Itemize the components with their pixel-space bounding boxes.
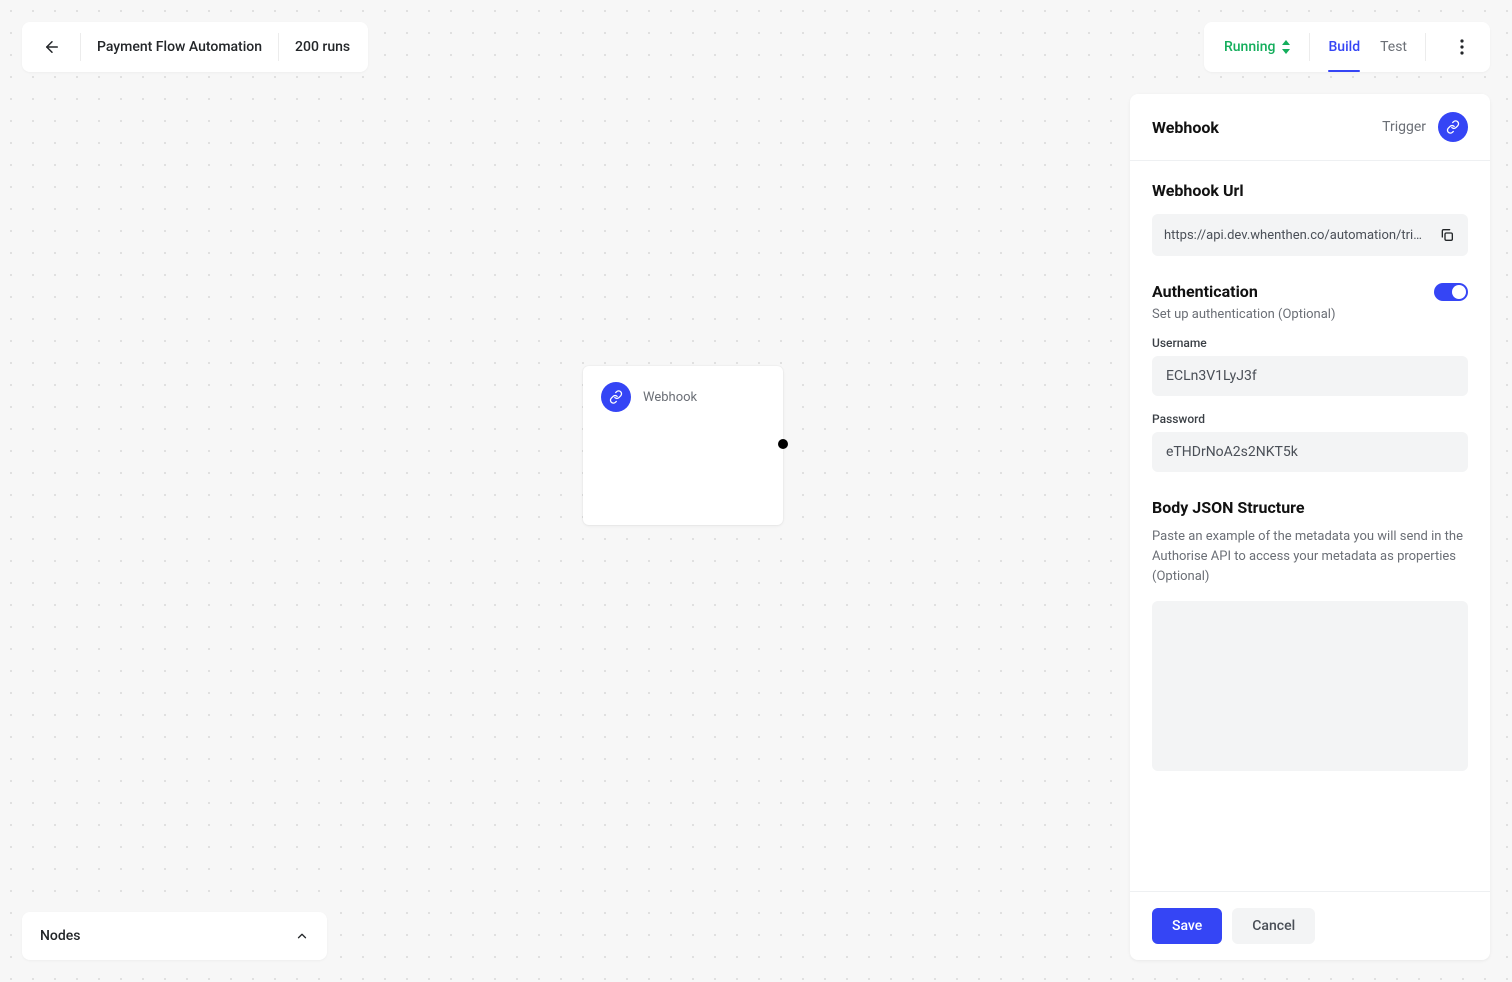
- chevron-up-icon: [295, 929, 309, 943]
- section-webhook-url: Webhook Url https://api.dev.whenthen.co/…: [1152, 181, 1468, 256]
- mode-tabs: Build Test: [1328, 22, 1407, 72]
- divider: [1309, 33, 1310, 61]
- panel-header: Webhook Trigger: [1130, 94, 1490, 161]
- sort-icon: [1281, 40, 1291, 54]
- username-input[interactable]: [1152, 356, 1468, 396]
- webhook-url-row: https://api.dev.whenthen.co/automation/t…: [1152, 214, 1468, 256]
- password-label: Password: [1152, 412, 1468, 426]
- body-json-description: Paste an example of the metadata you wil…: [1152, 527, 1468, 587]
- status-label: Running: [1224, 39, 1275, 55]
- webhook-url-value: https://api.dev.whenthen.co/automation/t…: [1164, 228, 1428, 243]
- nodes-panel-label: Nodes: [40, 928, 80, 944]
- panel-title: Webhook: [1152, 118, 1219, 137]
- node-output-port[interactable]: [778, 439, 788, 449]
- save-button[interactable]: Save: [1152, 908, 1222, 944]
- divider: [80, 33, 81, 61]
- cancel-button[interactable]: Cancel: [1232, 908, 1315, 944]
- password-input[interactable]: [1152, 432, 1468, 472]
- copy-url-button[interactable]: [1436, 224, 1458, 246]
- webhook-url-label: Webhook Url: [1152, 181, 1468, 200]
- tab-build[interactable]: Build: [1328, 22, 1360, 72]
- back-button[interactable]: [40, 35, 64, 59]
- section-authentication: Authentication Set up authentication (Op…: [1152, 282, 1468, 472]
- arrow-left-icon: [43, 38, 61, 56]
- toolbar: Running Build Test: [1204, 22, 1490, 72]
- panel-body: Webhook Url https://api.dev.whenthen.co/…: [1130, 161, 1490, 891]
- flow-title: Payment Flow Automation: [97, 39, 262, 55]
- node-header: Webhook: [601, 382, 765, 412]
- node-label: Webhook: [643, 390, 697, 405]
- more-menu-button[interactable]: [1448, 33, 1476, 61]
- divider: [278, 33, 279, 61]
- divider: [1425, 33, 1426, 61]
- username-label: Username: [1152, 336, 1468, 350]
- link-icon: [601, 382, 631, 412]
- body-json-label: Body JSON Structure: [1152, 498, 1468, 517]
- authentication-label: Authentication: [1152, 282, 1258, 301]
- password-field-group: Password: [1152, 412, 1468, 472]
- panel-footer: Save Cancel: [1130, 891, 1490, 960]
- canvas-node-webhook[interactable]: Webhook: [583, 366, 783, 525]
- header-bar: Payment Flow Automation 200 runs: [22, 22, 368, 72]
- nodes-panel-toggle[interactable]: Nodes: [22, 912, 327, 960]
- status-dropdown[interactable]: Running: [1224, 39, 1291, 55]
- panel-subtype: Trigger: [1382, 119, 1426, 135]
- section-body-json: Body JSON Structure Paste an example of …: [1152, 498, 1468, 775]
- link-icon: [1438, 112, 1468, 142]
- flow-runs-count: 200 runs: [295, 39, 350, 55]
- copy-icon: [1439, 227, 1455, 243]
- kebab-icon: [1460, 39, 1464, 55]
- side-panel: Webhook Trigger Webhook Url https://api.…: [1130, 94, 1490, 960]
- authentication-sublabel: Set up authentication (Optional): [1152, 307, 1468, 322]
- authentication-toggle[interactable]: [1434, 283, 1468, 301]
- username-field-group: Username: [1152, 336, 1468, 396]
- tab-test[interactable]: Test: [1380, 22, 1407, 72]
- body-json-textarea[interactable]: [1152, 601, 1468, 771]
